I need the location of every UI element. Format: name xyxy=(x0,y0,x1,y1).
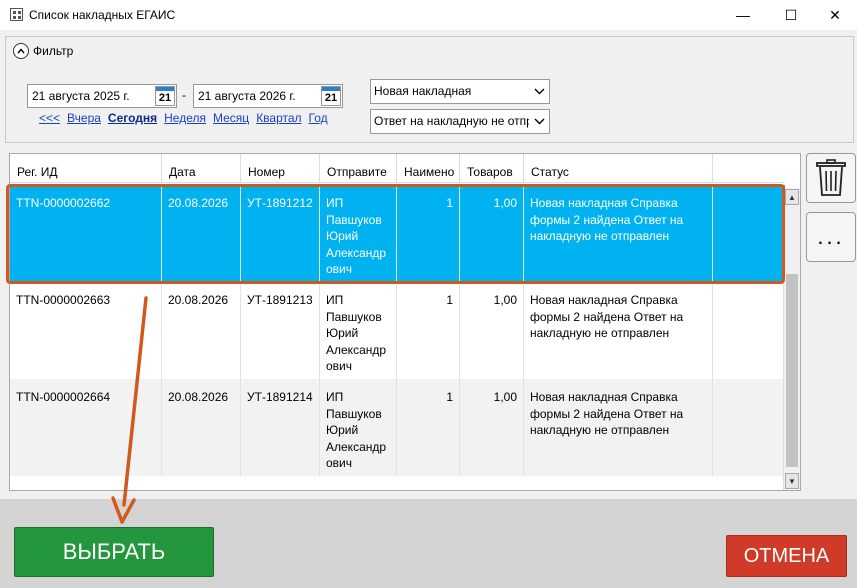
cell-number: УТ-1891213 xyxy=(241,282,320,379)
cell-goods: 1,00 xyxy=(460,185,524,282)
column-header-goods[interactable]: Товаров xyxy=(460,154,524,183)
status-select-value: Новая накладная xyxy=(374,84,472,98)
minimize-button[interactable]: — xyxy=(720,0,766,30)
trash-icon xyxy=(816,159,846,196)
date-from-field[interactable]: 21 августа 2025 г. 21 xyxy=(27,84,177,108)
filter-label: Фильтр xyxy=(33,44,74,58)
column-header-status[interactable]: Статус xyxy=(524,154,713,183)
period-links: <<< Вчера Сегодня Неделя Месяц Квартал Г… xyxy=(39,111,328,125)
cell-date: 20.08.2026 xyxy=(162,379,241,476)
cell-sender: ИП Павшуков Юрий Александр ович xyxy=(320,282,397,379)
scroll-up-icon[interactable]: ▲ xyxy=(785,189,799,205)
period-prev-link[interactable]: <<< xyxy=(39,111,60,125)
calendar-icon[interactable]: 21 xyxy=(155,86,175,106)
select-button[interactable]: ВЫБРАТЬ xyxy=(14,527,214,577)
cell-status: Новая накладная Справка формы 2 найдена … xyxy=(524,282,713,379)
vertical-scrollbar[interactable]: ▲ ▼ xyxy=(783,188,800,490)
cell-reg-id: TTN-0000002663 xyxy=(10,282,162,379)
cell-reg-id: TTN-0000002664 xyxy=(10,379,162,476)
title-bar: Список накладных ЕГАИС — ☐ ✕ xyxy=(0,0,857,30)
maximize-button[interactable]: ☐ xyxy=(768,0,814,30)
cell-date: 20.08.2026 xyxy=(162,185,241,282)
chevron-down-icon xyxy=(529,110,549,133)
status-select[interactable]: Новая накладная xyxy=(370,79,550,104)
cancel-button[interactable]: ОТМЕНА xyxy=(726,535,847,577)
delete-button[interactable] xyxy=(806,153,856,203)
table-row[interactable]: TTN-0000002662 20.08.2026 УТ-1891212 ИП … xyxy=(10,185,785,282)
chevron-down-icon xyxy=(529,80,549,103)
cell-number: УТ-1891212 xyxy=(241,185,320,282)
period-month-link[interactable]: Месяц xyxy=(213,111,249,125)
cell-items: 1 xyxy=(397,379,460,476)
period-today-link[interactable]: Сегодня xyxy=(108,111,157,125)
table-row[interactable]: TTN-0000002663 20.08.2026 УТ-1891213 ИП … xyxy=(10,282,785,379)
scroll-thumb[interactable] xyxy=(786,274,798,467)
cell-sender: ИП Павшуков Юрий Александр ович xyxy=(320,185,397,282)
cell-date: 20.08.2026 xyxy=(162,282,241,379)
app-icon xyxy=(10,8,23,21)
period-yesterday-link[interactable]: Вчера xyxy=(67,111,101,125)
cell-goods: 1,00 xyxy=(460,282,524,379)
column-header-items[interactable]: Наимено xyxy=(397,154,460,183)
cell-goods: 1,00 xyxy=(460,379,524,476)
close-button[interactable]: ✕ xyxy=(812,0,857,30)
cell-items: 1 xyxy=(397,185,460,282)
column-header-reg-id[interactable]: Рег. ИД xyxy=(10,154,162,183)
table-header: Рег. ИД Дата Номер Отправите Наимено Тов… xyxy=(10,154,785,183)
cell-status: Новая накладная Справка формы 2 найдена … xyxy=(524,379,713,476)
date-range-separator: - xyxy=(182,88,186,102)
reply-select-value: Ответ на накладную не отправлен xyxy=(374,114,550,128)
column-header-date[interactable]: Дата xyxy=(162,154,241,183)
filter-panel: Фильтр 21 августа 2025 г. 21 - 21 август… xyxy=(5,36,854,143)
period-year-link[interactable]: Год xyxy=(309,111,328,125)
date-from-value: 21 августа 2025 г. xyxy=(32,89,130,103)
invoice-table: Рег. ИД Дата Номер Отправите Наимено Тов… xyxy=(9,153,801,491)
window-title: Список накладных ЕГАИС xyxy=(29,8,176,22)
column-header-number[interactable]: Номер xyxy=(241,154,320,183)
table-row[interactable]: TTN-0000002664 20.08.2026 УТ-1891214 ИП … xyxy=(10,379,785,476)
scroll-down-icon[interactable]: ▼ xyxy=(785,473,799,489)
cell-reg-id: TTN-0000002662 xyxy=(10,185,162,282)
reply-select[interactable]: Ответ на накладную не отправлен xyxy=(370,109,550,134)
more-button[interactable]: ... xyxy=(806,212,856,262)
calendar-icon[interactable]: 21 xyxy=(321,86,341,106)
date-to-field[interactable]: 21 августа 2026 г. 21 xyxy=(193,84,343,108)
cell-sender: ИП Павшуков Юрий Александр ович xyxy=(320,379,397,476)
filter-collapse-icon[interactable] xyxy=(13,43,29,59)
cell-status: Новая накладная Справка формы 2 найдена … xyxy=(524,185,713,282)
period-week-link[interactable]: Неделя xyxy=(164,111,206,125)
column-header-sender[interactable]: Отправите xyxy=(320,154,397,183)
more-icon: ... xyxy=(817,224,845,249)
date-to-value: 21 августа 2026 г. xyxy=(198,89,296,103)
cell-number: УТ-1891214 xyxy=(241,379,320,476)
period-quarter-link[interactable]: Квартал xyxy=(256,111,301,125)
cell-items: 1 xyxy=(397,282,460,379)
